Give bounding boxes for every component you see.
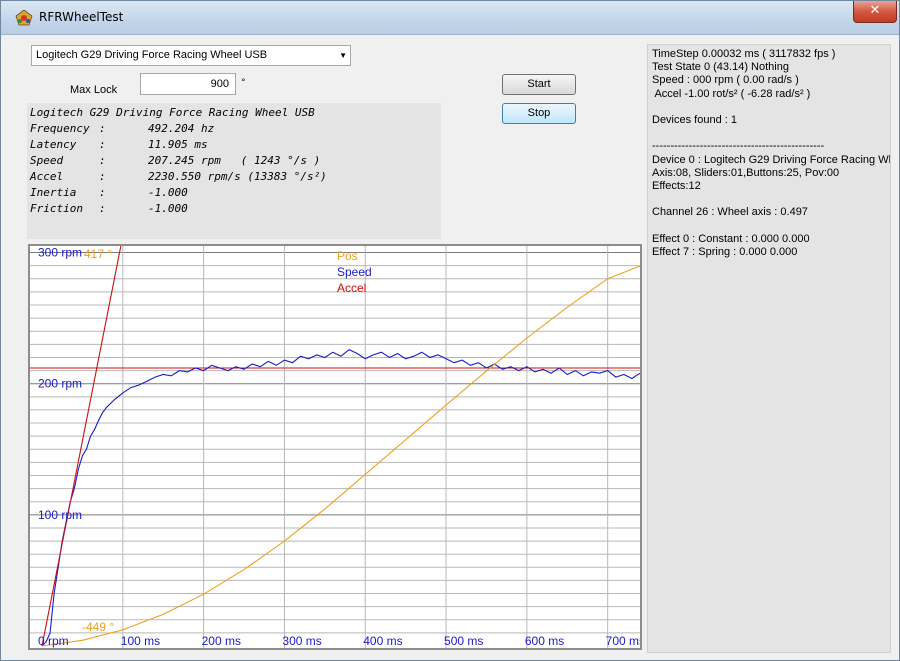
max-lock-unit: ° <box>241 78 246 88</box>
info-label: Speed <box>30 154 64 167</box>
x-tick-label: 600 ms <box>525 634 564 648</box>
x-tick-label: 300 ms <box>282 634 321 648</box>
series-accel-line <box>41 246 122 647</box>
info-value: 2230.550 rpm/s (13383 °/s²) <box>148 170 327 183</box>
legend-item: Accel <box>337 281 366 295</box>
wheel-info-panel: Logitech G29 Driving Force Racing Wheel … <box>27 103 441 239</box>
info-label: Friction <box>30 202 83 215</box>
max-lock-input[interactable]: 900 <box>140 73 236 95</box>
info-row: Latency: 11.905 ms <box>30 137 441 153</box>
max-lock-label: Max Lock <box>70 84 118 96</box>
start-button[interactable]: Start <box>502 74 576 95</box>
series-speed-line <box>41 348 640 647</box>
log-line: Devices found : 1 <box>652 113 737 126</box>
window-title: RFRWheelTest <box>39 10 124 24</box>
series-pos-line <box>41 265 640 647</box>
app-icon <box>15 10 33 26</box>
info-value: -1.000 <box>148 186 188 199</box>
info-colon: : <box>99 186 106 199</box>
log-line: Accel -1.00 rot/s² ( -6.28 rad/s² ) <box>652 87 811 100</box>
info-row: Inertia: -1.000 <box>30 185 441 201</box>
close-button[interactable]: ✕ <box>853 1 897 23</box>
log-line: Test State 0 (43.14) Nothing <box>652 61 789 74</box>
log-line: Effect 7 : Spring : 0.000 0.000 <box>652 245 798 258</box>
legend-item: Pos <box>337 249 358 263</box>
chart-canvas: 100 rpm 200 rpm 300 rpm 0 rpm 100 ms 200 ms 30… <box>30 246 640 648</box>
log-line: Effect 0 : Constant : 0.000 0.000 <box>652 232 810 245</box>
info-colon: : <box>99 138 106 151</box>
info-row: Friction: -1.000 <box>30 201 441 217</box>
pos-max-label: 417 ° <box>84 247 112 261</box>
device-select[interactable]: Logitech G29 Driving Force Racing Wheel … <box>31 45 351 66</box>
info-label: Latency <box>30 138 77 151</box>
info-colon: : <box>99 154 106 167</box>
y-tick-label: 100 rpm <box>38 508 82 522</box>
x-tick-label: 100 ms <box>121 634 160 648</box>
pos-min-label: -449 ° <box>82 620 114 634</box>
title-bar[interactable]: RFRWheelTest ✕ <box>1 1 899 35</box>
x-tick-label: 0 rpm <box>38 634 69 648</box>
device-select-value: Logitech G29 Driving Force Racing Wheel … <box>36 49 268 61</box>
info-value: 492.204 hz <box>148 122 215 135</box>
info-row: Accel: 2230.550 rpm/s (13383 °/s²) <box>30 169 441 185</box>
log-line: Device 0 : Logitech G29 Driving Force Ra… <box>652 153 890 166</box>
log-line: TimeStep 0.00032 ms ( 3117832 fps ) <box>652 48 836 60</box>
wheel-response-chart: 100 rpm 200 rpm 300 rpm 0 rpm 100 ms 200 ms 30… <box>28 244 642 650</box>
info-value: 11.905 ms <box>148 138 208 151</box>
application-window: RFRWheelTest ✕ Logitech G29 Driving Forc… <box>0 0 900 661</box>
log-line: Speed : 000 rpm ( 0.00 rad/s ) <box>652 74 799 87</box>
chevron-down-icon[interactable]: ▼ <box>339 46 347 65</box>
log-line: ----------------------------------------… <box>652 140 825 153</box>
info-colon: : <box>99 170 106 183</box>
stop-button[interactable]: Stop <box>502 103 576 124</box>
info-colon: : <box>99 202 106 215</box>
info-label: Frequency <box>30 122 90 135</box>
log-line: Channel 26 : Wheel axis : 0.497 <box>652 206 808 219</box>
info-label: Accel <box>30 170 64 183</box>
x-tick-label: 200 ms <box>202 634 241 648</box>
y-tick-label: 200 rpm <box>38 377 82 391</box>
info-row: Frequency: 492.204 hz <box>30 121 441 137</box>
info-value: 207.245 rpm ( 1243 °/s ) <box>148 154 321 167</box>
x-tick-label: 500 ms <box>444 634 483 648</box>
info-value: -1.000 <box>148 202 188 215</box>
x-tick-label: 700 ms <box>606 634 640 648</box>
info-row: Speed: 207.245 rpm ( 1243 °/s ) <box>30 153 441 169</box>
info-colon: : <box>99 122 106 135</box>
main-content: Logitech G29 Driving Force Racing Wheel … <box>7 35 895 657</box>
legend-item: Speed <box>337 265 372 279</box>
info-heading: Logitech G29 Driving Force Racing Wheel … <box>30 106 315 119</box>
log-line: Axis:08, Sliders:01,Buttons:25, Pov:00 <box>652 166 840 179</box>
x-tick-label: 400 ms <box>363 634 402 648</box>
log-line: Effects:12 <box>652 179 701 192</box>
info-label: Inertia <box>30 186 77 199</box>
y-tick-label: 300 rpm <box>38 246 82 260</box>
log-panel[interactable]: TimeStep 0.00032 ms ( 3117832 fps ) Test… <box>647 44 891 653</box>
